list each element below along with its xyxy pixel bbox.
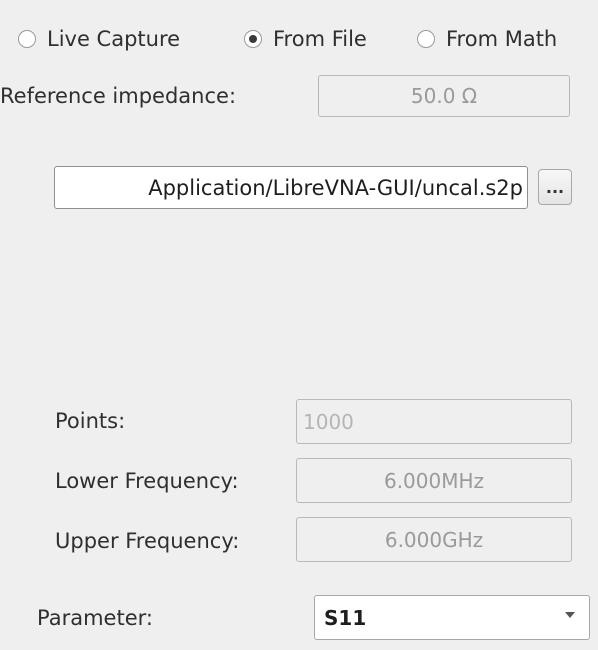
reference-impedance-label: Reference impedance: [0, 84, 237, 108]
radio-from-math-indicator[interactable] [417, 30, 435, 48]
upper-frequency-field: 6.000GHz [296, 517, 572, 562]
radio-live-capture[interactable]: Live Capture [18, 27, 180, 51]
lower-frequency-label: Lower Frequency: [55, 469, 239, 493]
points-label: Points: [55, 409, 126, 433]
radio-live-capture-indicator[interactable] [18, 30, 36, 48]
chevron-down-icon [565, 612, 575, 618]
radio-live-capture-label: Live Capture [47, 27, 181, 51]
radio-from-file[interactable]: From File [244, 27, 367, 51]
radio-from-math[interactable]: From Math [417, 27, 557, 51]
lower-frequency-field: 6.000MHz [296, 458, 572, 503]
radio-from-file-label: From File [273, 27, 367, 51]
radio-from-math-label: From Math [446, 27, 558, 51]
file-path-input[interactable]: Application/LibreVNA-GUI/uncal.s2p [54, 166, 528, 209]
reference-impedance-field: 50.0 Ω [318, 75, 570, 117]
parameter-label: Parameter: [37, 606, 153, 630]
browse-file-button[interactable]: ... [538, 169, 572, 205]
points-field: 1000 [296, 399, 572, 444]
parameter-value: S11 [324, 605, 367, 630]
upper-frequency-label: Upper Frequency: [55, 529, 240, 553]
radio-from-file-indicator[interactable] [244, 30, 262, 48]
file-path-text: Application/LibreVNA-GUI/uncal.s2p [148, 175, 523, 200]
parameter-select[interactable]: S11 [314, 595, 590, 640]
